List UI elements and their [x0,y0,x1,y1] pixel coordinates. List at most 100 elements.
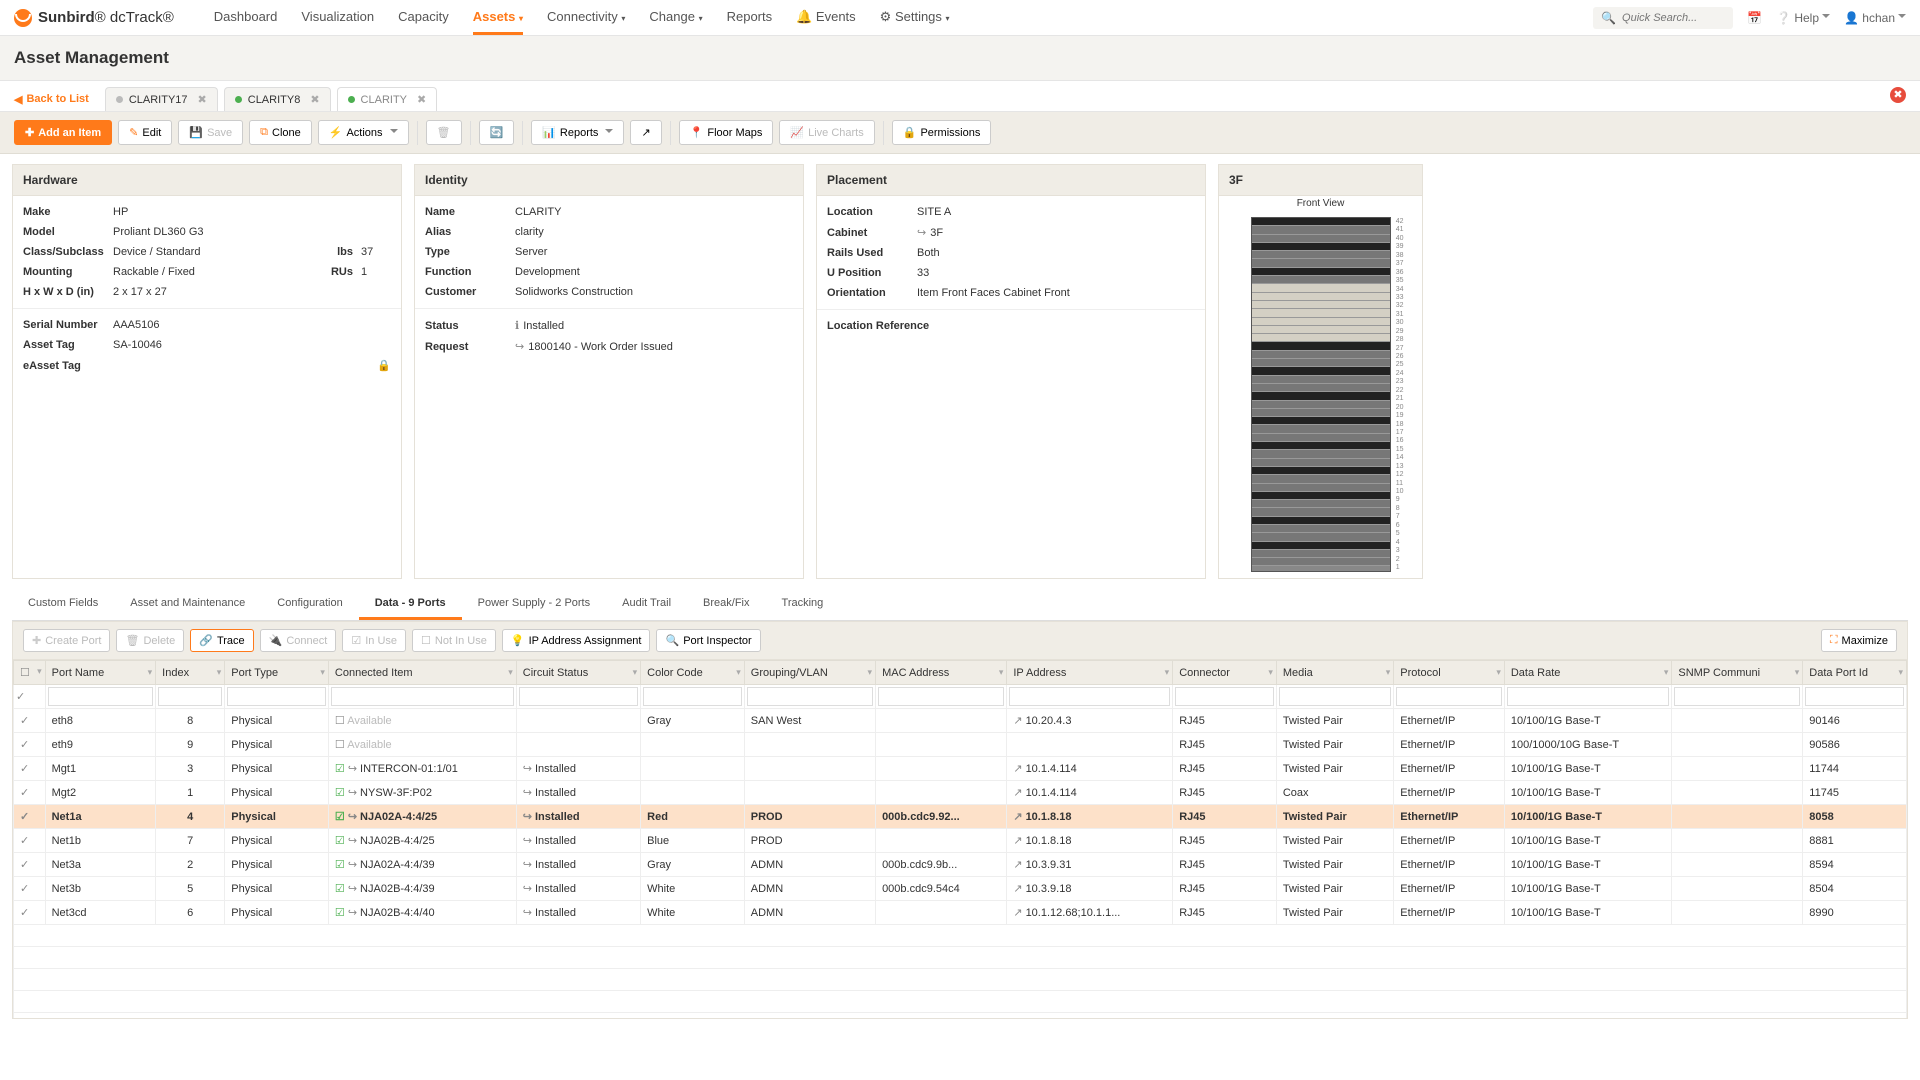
col-header[interactable]: Index▾ [156,661,225,685]
lock-icon: 🔒 [377,359,391,372]
identity-panel: Identity NameCLARITY Aliasclarity TypeSe… [414,164,804,579]
close-tab-icon[interactable]: ✖ [417,93,426,106]
logo: Sunbird® dcTrack® [14,9,174,27]
nav-settings[interactable]: ⚙ Settings ▾ [880,1,950,35]
col-header[interactable]: Connector▾ [1173,661,1277,685]
close-tab-icon[interactable]: ✖ [198,93,207,106]
filter-input[interactable] [1805,687,1904,706]
doc-tab-CLARITY8[interactable]: CLARITY8✖ [224,87,331,111]
rack-panel: 3F Front View 42414039383736353433323130… [1218,164,1423,579]
filter-input[interactable] [519,687,638,706]
table-row[interactable]: ✓Net3a2Physical☑ ↪NJA02A-4:4/39↪Installe… [14,853,1907,877]
search-input[interactable] [1622,12,1725,24]
quick-search[interactable]: 🔍 [1593,7,1733,29]
nav-dashboard[interactable]: Dashboard [214,1,278,35]
filter-input[interactable] [158,687,222,706]
reports-menu[interactable]: 📊Reports [531,120,624,145]
hardware-panel: Hardware MakeHP ModelProliant DL360 G3 C… [12,164,402,579]
live-charts-button: 📈Live Charts [779,120,874,145]
table-row[interactable]: ✓eth99Physical☐ AvailableRJ45Twisted Pai… [14,733,1907,757]
subtab-5[interactable]: Audit Trail [606,589,687,620]
table-row[interactable]: ✓eth88Physical☐ AvailableGraySAN West↗10… [14,709,1907,733]
col-header[interactable]: Media▾ [1276,661,1393,685]
filter-input[interactable] [643,687,742,706]
col-header[interactable]: Connected Item▾ [328,661,516,685]
placement-panel: Placement LocationSITE A Cabinet↪3F Rail… [816,164,1206,579]
col-header[interactable]: Grouping/VLAN▾ [744,661,875,685]
col-header[interactable]: Color Code▾ [641,661,745,685]
back-to-list[interactable]: ◀ Back to List [14,93,89,106]
subtab-0[interactable]: Custom Fields [12,589,114,620]
delete-button: 🗑 [426,120,462,145]
close-tab-icon[interactable]: ✖ [310,93,319,106]
filter-input[interactable] [878,687,1004,706]
nav-connectivity[interactable]: Connectivity ▾ [547,1,625,35]
subtab-3[interactable]: Data - 9 Ports [359,589,462,620]
subtab-6[interactable]: Break/Fix [687,589,765,620]
table-row[interactable]: ✓Net3cd6Physical☑ ↪NJA02B-4:4/40↪Install… [14,901,1907,925]
actions-menu[interactable]: ⚡Actions [318,120,409,145]
rack-elevation[interactable]: 4241403938373635343332313029282726252423… [1251,217,1391,572]
connect-button: 🔌Connect [260,629,337,652]
close-help-icon[interactable]: ✖ [1890,87,1906,103]
table-row[interactable]: ✓Mgt21Physical☑ ↪NYSW-3F:P02↪Installed↗1… [14,781,1907,805]
sunbird-icon [14,9,32,27]
subtab-4[interactable]: Power Supply - 2 Ports [462,589,607,620]
doc-tab-CLARITY[interactable]: CLARITY✖ [337,87,438,111]
col-header[interactable]: ☐▾ [14,661,46,685]
ip-assignment-button[interactable]: 💡IP Address Assignment [502,629,651,652]
calendar-icon[interactable]: 📅 [1747,11,1762,25]
nav-assets[interactable]: Assets ▾ [473,1,523,35]
create-port-button: ✚Create Port [23,629,110,652]
floor-maps-button[interactable]: 📍Floor Maps [679,120,774,145]
table-row[interactable]: ✓Net1b7Physical☑ ↪NJA02B-4:4/25↪Installe… [14,829,1907,853]
doc-tab-CLARITY17[interactable]: CLARITY17✖ [105,87,218,111]
subtab-7[interactable]: Tracking [766,589,840,620]
help-menu[interactable]: ❔ Help [1776,11,1830,25]
port-inspector-button[interactable]: 🔍Port Inspector [656,629,760,652]
filter-input[interactable] [227,687,326,706]
clone-button[interactable]: ⧉Clone [249,120,312,145]
ports-grid[interactable]: ☐▾Port Name▾Index▾Port Type▾Connected It… [13,660,1907,1019]
filter-input[interactable] [1674,687,1800,706]
user-menu[interactable]: 👤 hchan [1844,11,1906,25]
nav-events[interactable]: 🔔 Events [796,1,856,35]
col-header[interactable]: MAC Address▾ [876,661,1007,685]
nav-change[interactable]: Change ▾ [649,1,702,35]
goto-cabinet-icon[interactable]: ↪ [917,226,926,239]
filter-input[interactable] [331,687,514,706]
col-header[interactable]: Data Port Id▾ [1803,661,1907,685]
nav-visualization[interactable]: Visualization [301,1,374,35]
permissions-button[interactable]: 🔒Permissions [892,120,992,145]
col-header[interactable]: SNMP Communi▾ [1672,661,1803,685]
filter-input[interactable] [1507,687,1670,706]
col-header[interactable]: Port Type▾ [225,661,329,685]
maximize-button[interactable]: ⛶Maximize [1821,629,1897,652]
add-item-button[interactable]: ✚Add an Item [14,120,112,145]
subtab-2[interactable]: Configuration [261,589,358,620]
col-header[interactable]: Protocol▾ [1394,661,1505,685]
delete-port-button: 🗑Delete [116,629,184,652]
edit-button[interactable]: ✎Edit [118,120,172,145]
col-header[interactable]: Circuit Status▾ [516,661,640,685]
filter-input[interactable] [1009,687,1170,706]
subtab-1[interactable]: Asset and Maintenance [114,589,261,620]
share-button[interactable]: ↗ [630,120,661,145]
trace-button[interactable]: 🔗Trace [190,629,253,652]
filter-input[interactable] [1396,687,1502,706]
table-row[interactable]: ✓Net3b5Physical☑ ↪NJA02B-4:4/39↪Installe… [14,877,1907,901]
nav-reports[interactable]: Reports [727,1,773,35]
filter-input[interactable] [48,687,154,706]
table-row[interactable]: ✓Mgt13Physical☑ ↪INTERCON-01:1/01↪Instal… [14,757,1907,781]
filter-input[interactable] [747,687,873,706]
link-icon[interactable]: ↪ [515,340,524,353]
filter-input[interactable] [1175,687,1274,706]
col-header[interactable]: Port Name▾ [45,661,156,685]
refresh-button[interactable]: 🔄 [479,120,515,145]
info-icon: ℹ [515,319,519,332]
col-header[interactable]: IP Address▾ [1007,661,1173,685]
table-row[interactable]: ✓Net1a4Physical☑ ↪NJA02A-4:4/25↪Installe… [14,805,1907,829]
filter-input[interactable] [1279,687,1391,706]
nav-capacity[interactable]: Capacity [398,1,449,35]
col-header[interactable]: Data Rate▾ [1504,661,1672,685]
